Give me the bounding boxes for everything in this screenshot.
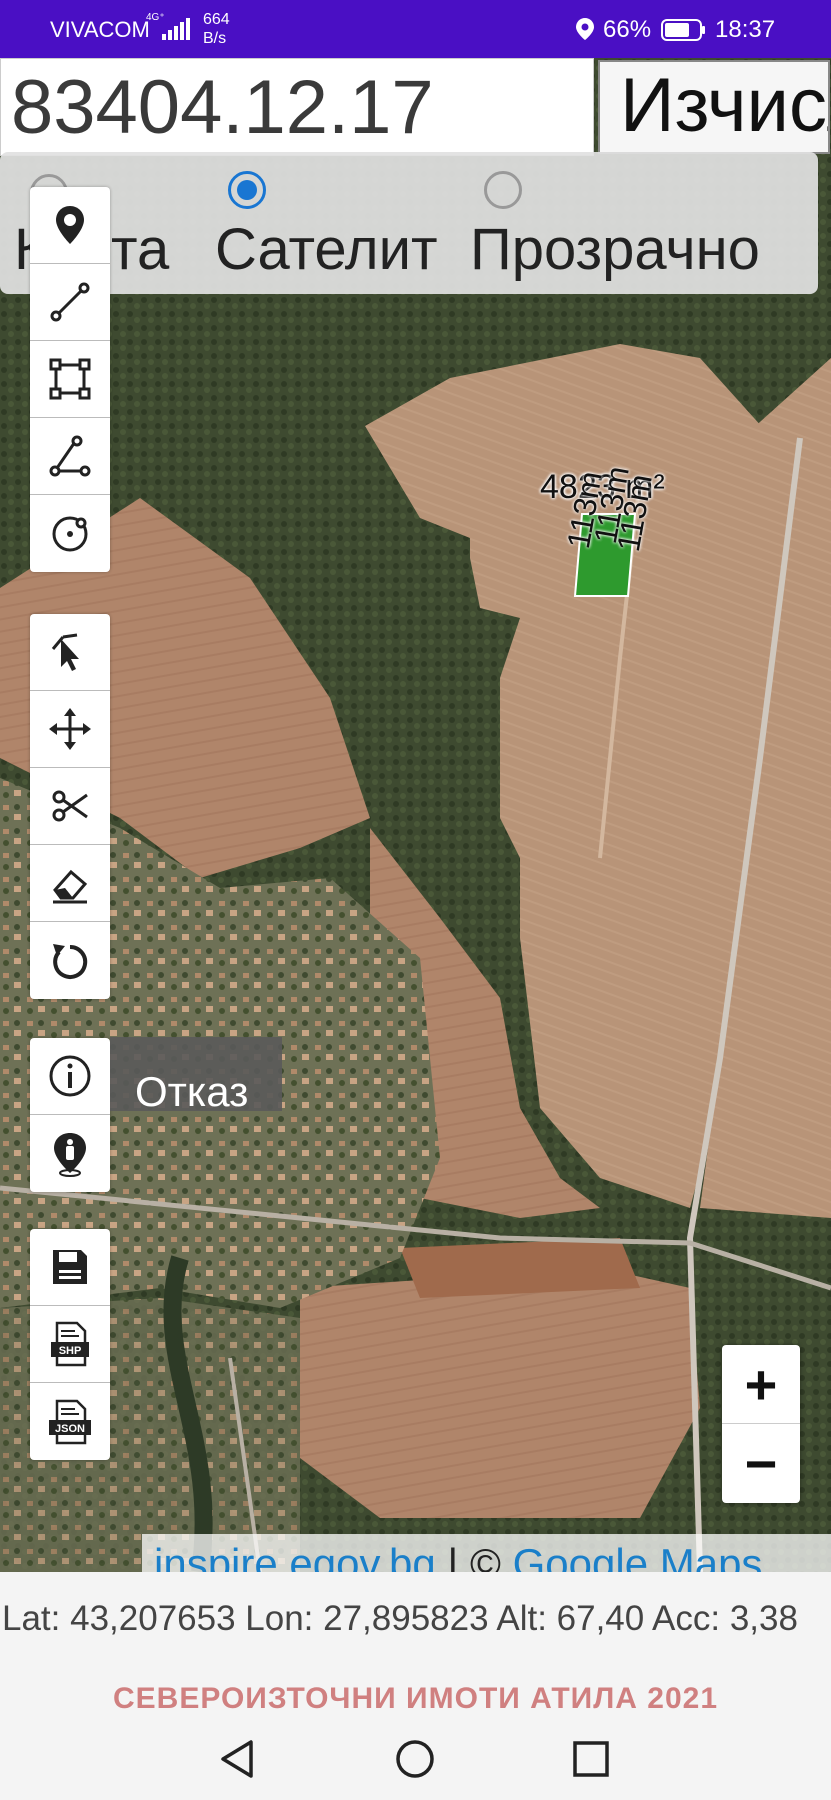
- map-type-radio-transparent[interactable]: [484, 171, 522, 209]
- json-icon: JSON: [49, 1399, 91, 1444]
- battery-icon: [661, 19, 705, 41]
- gps-coordinates: Lat: 43,207653 Lon: 27,895823 Alt: 67,40…: [2, 1599, 798, 1638]
- erase-tool-button[interactable]: [30, 845, 110, 922]
- save-icon: [53, 1250, 87, 1284]
- marker-icon: [56, 206, 84, 244]
- export-toolbar: SHP JSON: [30, 1229, 110, 1460]
- network-speed: 664 B/s: [203, 10, 230, 48]
- json-icon-text: JSON: [55, 1423, 85, 1435]
- map-attribution: inspire.egov.bg | © Google Maps: [142, 1534, 831, 1572]
- search-row: Изчисли: [0, 58, 831, 156]
- zoom-out-button[interactable]: −: [722, 1424, 800, 1502]
- back-icon[interactable]: [213, 1734, 263, 1784]
- add-marker-button[interactable]: [30, 187, 110, 264]
- export-json-button[interactable]: JSON: [30, 1383, 110, 1460]
- map-type-selector: Карта Сателит Прозрачно: [0, 152, 818, 294]
- cut-tool-button[interactable]: [30, 768, 110, 845]
- map-type-radio-satellite[interactable]: [228, 171, 266, 209]
- select-tool-button[interactable]: [30, 614, 110, 691]
- info-icon: [49, 1055, 91, 1097]
- cut-icon: [52, 790, 88, 822]
- recents-icon[interactable]: [566, 1734, 616, 1784]
- my-location-button[interactable]: [30, 1115, 110, 1192]
- draw-rectangle-button[interactable]: [30, 341, 110, 418]
- export-shp-button[interactable]: SHP: [30, 1306, 110, 1383]
- system-nav-bar: [0, 1716, 831, 1800]
- attribution-separator: | ©: [435, 1540, 513, 1572]
- zoom-control: + −: [722, 1345, 800, 1503]
- attribution-link-google[interactable]: Google Maps: [513, 1540, 763, 1572]
- network-speed-value: 664: [203, 11, 230, 28]
- angle-icon: [49, 435, 91, 477]
- draw-polygon-button[interactable]: [30, 418, 110, 495]
- shp-icon-text: SHP: [59, 1345, 82, 1357]
- eraser-icon: [53, 869, 88, 904]
- circle-icon: [52, 516, 88, 551]
- move-tool-button[interactable]: [30, 691, 110, 768]
- drawing-toolbar: [30, 187, 110, 572]
- rectangle-icon: [49, 358, 91, 400]
- status-bar: VIVACOM 4G⁺ 664 B/s 66% 18:37: [0, 0, 831, 58]
- draw-line-button[interactable]: [30, 264, 110, 341]
- footer-brand: СЕВЕРОИЗТОЧНИ ИМОТИ АТИЛА 2021: [112, 1682, 719, 1715]
- location-pin-icon: [576, 18, 594, 40]
- parcel-id-input[interactable]: [0, 58, 594, 156]
- carrier-name: VIVACOM: [50, 17, 150, 42]
- select-icon: [51, 633, 79, 671]
- save-button[interactable]: [30, 1229, 110, 1306]
- home-icon[interactable]: [390, 1734, 440, 1784]
- calculate-button[interactable]: Изчисли: [598, 60, 830, 154]
- editing-toolbar: [30, 614, 110, 999]
- undo-button[interactable]: [30, 922, 110, 999]
- zoom-in-button[interactable]: +: [722, 1345, 800, 1424]
- map-type-label-transparent[interactable]: Прозрачно: [470, 216, 760, 283]
- signal-icon: [162, 18, 190, 40]
- undo-icon: [53, 943, 88, 979]
- network-speed-unit: B/s: [203, 30, 227, 47]
- person-location-icon: [54, 1132, 86, 1177]
- info-button[interactable]: [30, 1038, 110, 1115]
- cancel-tooltip[interactable]: Отказ: [110, 1037, 282, 1111]
- line-icon: [50, 282, 90, 322]
- map-type-label-satellite[interactable]: Сателит: [215, 216, 438, 283]
- move-icon: [49, 708, 91, 750]
- info-toolbar: [30, 1038, 110, 1192]
- clock: 18:37: [715, 16, 776, 43]
- shp-icon: SHP: [51, 1321, 89, 1367]
- attribution-link-inspire[interactable]: inspire.egov.bg: [154, 1540, 436, 1572]
- draw-circle-button[interactable]: [30, 495, 110, 572]
- battery-percent: 66%: [603, 16, 652, 43]
